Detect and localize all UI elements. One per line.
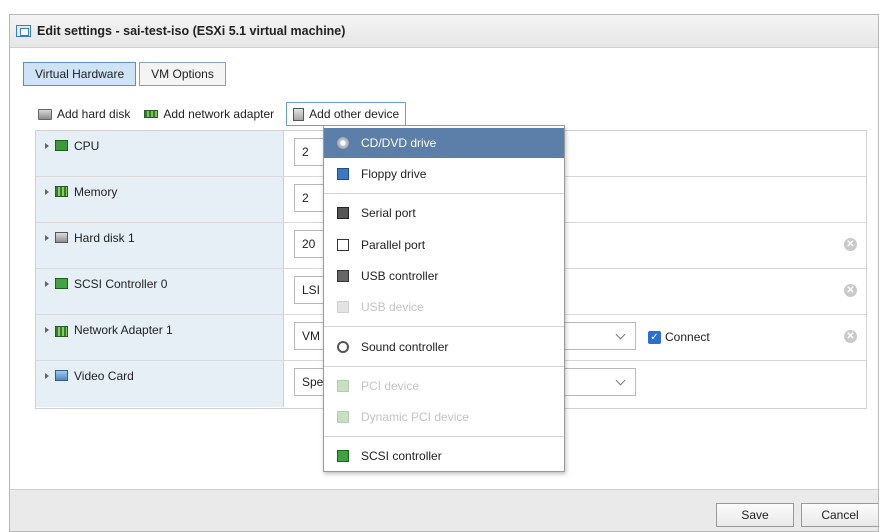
- add-hard-disk-button[interactable]: Add hard disk: [38, 107, 130, 121]
- expand-caret-icon[interactable]: [45, 281, 49, 287]
- menu-item-cd-dvd-drive[interactable]: CD/DVD drive: [324, 128, 564, 158]
- scsi-controller-icon: [55, 278, 68, 289]
- serial-port-icon: [337, 207, 349, 219]
- save-button[interactable]: Save: [716, 503, 794, 527]
- sound-icon: [337, 341, 349, 353]
- memory-label-cell[interactable]: Memory: [36, 177, 284, 222]
- menu-item-serial-port[interactable]: Serial port: [324, 198, 564, 228]
- cpu-label-cell[interactable]: CPU: [36, 131, 284, 176]
- scsi-type-value: LSI: [302, 283, 321, 297]
- menu-item-label: Dynamic PCI device: [361, 410, 470, 424]
- network-label-cell[interactable]: Network Adapter 1: [36, 315, 284, 360]
- scsi-icon: [337, 450, 349, 462]
- menu-item-label: Sound controller: [361, 340, 449, 354]
- pci-icon: [337, 411, 349, 423]
- tab-bar: Virtual Hardware VM Options: [23, 62, 226, 86]
- video-card-icon: [55, 370, 68, 381]
- usb-controller-icon: [337, 270, 349, 282]
- remove-scsi-controller-icon[interactable]: ✕: [844, 284, 857, 297]
- connect-checkbox[interactable]: ✓: [648, 331, 661, 344]
- hard-disk-icon: [38, 108, 52, 120]
- menu-divider: [324, 326, 564, 327]
- expand-caret-icon[interactable]: [45, 143, 49, 149]
- menu-item-floppy-drive[interactable]: Floppy drive: [324, 159, 564, 189]
- menu-item-sound-controller[interactable]: Sound controller: [324, 332, 564, 362]
- memory-icon: [55, 186, 68, 197]
- hard-disk-label-cell[interactable]: Hard disk 1: [36, 223, 284, 268]
- video-label: Video Card: [74, 369, 134, 383]
- menu-divider: [324, 193, 564, 194]
- window-icon: [16, 25, 31, 37]
- menu-item-usb-device: USB device: [324, 292, 564, 322]
- menu-item-label: Floppy drive: [361, 167, 427, 181]
- title-bar: Edit settings - sai-test-iso (ESXi 5.1 v…: [10, 15, 878, 48]
- expand-caret-icon[interactable]: [45, 327, 49, 333]
- menu-item-parallel-port[interactable]: Parallel port: [324, 230, 564, 260]
- menu-item-label: USB device: [361, 300, 424, 314]
- network-adapter-icon: [55, 326, 68, 337]
- menu-item-label: CD/DVD drive: [361, 136, 437, 150]
- video-label-cell[interactable]: Video Card: [36, 361, 284, 407]
- chevron-down-icon: [615, 329, 626, 340]
- pci-icon: [337, 380, 349, 392]
- menu-item-pci-device: PCI device: [324, 371, 564, 401]
- memory-label: Memory: [74, 185, 118, 199]
- chevron-down-icon: [615, 375, 626, 386]
- cpu-icon: [55, 140, 68, 151]
- menu-item-label: Serial port: [361, 206, 416, 220]
- tab-vm-options[interactable]: VM Options: [139, 62, 226, 86]
- network-adapter-icon: [144, 110, 159, 118]
- add-other-device-label: Add other device: [309, 107, 400, 121]
- menu-item-label: SCSI controller: [361, 449, 442, 463]
- memory-size-value: 2: [302, 191, 309, 205]
- menu-item-scsi-controller[interactable]: SCSI controller: [324, 441, 564, 471]
- expand-caret-icon[interactable]: [45, 373, 49, 379]
- menu-item-label: Parallel port: [361, 238, 426, 252]
- floppy-icon: [337, 168, 349, 180]
- cancel-button[interactable]: Cancel: [801, 503, 878, 527]
- network-label: Network Adapter 1: [74, 323, 173, 337]
- menu-item-label: USB controller: [361, 269, 439, 283]
- expand-caret-icon[interactable]: [45, 189, 49, 195]
- add-network-adapter-label: Add network adapter: [163, 107, 275, 121]
- connect-label: Connect: [665, 330, 710, 344]
- cpu-label: CPU: [74, 139, 100, 153]
- device-icon: [293, 107, 305, 121]
- add-other-device-button[interactable]: Add other device: [286, 102, 407, 126]
- video-settings-value: Spe: [302, 375, 324, 389]
- remove-hard-disk-icon[interactable]: ✕: [844, 238, 857, 251]
- scsi-label: SCSI Controller 0: [74, 277, 168, 291]
- hard-disk-icon: [55, 232, 68, 243]
- parallel-port-icon: [337, 239, 349, 251]
- tab-virtual-hardware[interactable]: Virtual Hardware: [23, 62, 137, 86]
- expand-caret-icon[interactable]: [45, 235, 49, 241]
- cd-dvd-icon: [337, 137, 349, 149]
- add-hard-disk-label: Add hard disk: [57, 107, 131, 121]
- remove-network-adapter-icon[interactable]: ✕: [844, 330, 857, 343]
- hardware-toolbar: Add hard disk Add network adapter Add ot…: [38, 102, 420, 126]
- menu-item-usb-controller[interactable]: USB controller: [324, 261, 564, 291]
- network-value: VM: [302, 329, 320, 343]
- usb-device-icon: [337, 301, 349, 313]
- add-network-adapter-button[interactable]: Add network adapter: [144, 107, 274, 121]
- hard-disk-label: Hard disk 1: [74, 231, 135, 245]
- cpu-count-value: 2: [302, 145, 309, 159]
- dialog-footer: Save Cancel: [10, 489, 878, 531]
- menu-item-dynamic-pci-device: Dynamic PCI device: [324, 402, 564, 432]
- hard-disk-size-value: 20: [302, 237, 316, 251]
- menu-divider: [324, 366, 564, 367]
- menu-item-label: PCI device: [361, 379, 420, 393]
- add-device-menu: CD/DVD drive Floppy drive Serial port Pa…: [323, 125, 565, 472]
- window-title: Edit settings - sai-test-iso (ESXi 5.1 v…: [37, 24, 346, 38]
- scsi-label-cell[interactable]: SCSI Controller 0: [36, 269, 284, 314]
- menu-divider: [324, 436, 564, 437]
